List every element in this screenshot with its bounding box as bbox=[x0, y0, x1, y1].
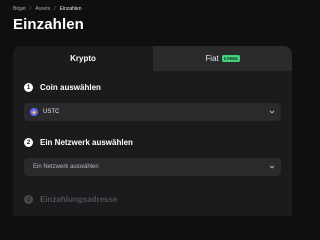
chevron-down-icon bbox=[269, 165, 275, 169]
step-number-badge: 2 bbox=[24, 138, 33, 147]
ustc-coin-icon bbox=[30, 108, 38, 116]
deposit-card: Krypto Fiat 0 FEES 1 Coin auswählen USTC bbox=[13, 46, 292, 216]
coin-select-value: USTC bbox=[43, 109, 60, 115]
step-title: Ein Netzwerk auswählen bbox=[40, 138, 133, 147]
step-select-network: 2 Ein Netzwerk auswählen bbox=[24, 138, 133, 147]
step-number-badge: 3 bbox=[24, 195, 33, 204]
tab-krypto-label: Krypto bbox=[70, 54, 96, 63]
step-select-coin: 1 Coin auswählen bbox=[24, 83, 101, 92]
breadcrumb-separator: / bbox=[54, 6, 56, 12]
deposit-page: Bitget / Assets / Einzahlen Einzahlen Krypto… bbox=[0, 0, 300, 216]
step-title: Einzahlungsadresse bbox=[40, 195, 118, 204]
breadcrumb-item-current: Einzahlen bbox=[59, 6, 82, 12]
coin-select[interactable]: USTC bbox=[24, 103, 281, 121]
breadcrumb-separator: / bbox=[29, 6, 32, 12]
chevron-down-icon bbox=[269, 110, 275, 114]
tab-krypto[interactable]: Krypto bbox=[13, 46, 153, 71]
page-title: Einzahlen bbox=[13, 16, 84, 33]
breadcrumb-item-assets[interactable]: Assets bbox=[35, 6, 50, 12]
tab-fiat-label: Fiat bbox=[205, 54, 219, 63]
breadcrumb-item-bitget[interactable]: Bitget bbox=[13, 6, 26, 12]
zero-fees-badge: 0 FEES bbox=[221, 55, 240, 62]
tab-fiat[interactable]: Fiat 0 FEES bbox=[153, 46, 292, 71]
step-deposit-address: 3 Einzahlungsadresse bbox=[24, 195, 117, 204]
breadcrumb: Bitget / Assets / Einzahlen bbox=[13, 6, 82, 12]
deposit-tabs: Krypto Fiat 0 FEES bbox=[13, 46, 292, 71]
step-title: Coin auswählen bbox=[40, 83, 101, 92]
step-number-badge: 1 bbox=[24, 83, 33, 92]
network-select-placeholder: Ein Netzwerk auswählen bbox=[33, 164, 99, 170]
network-select[interactable]: Ein Netzwerk auswählen bbox=[24, 158, 281, 176]
